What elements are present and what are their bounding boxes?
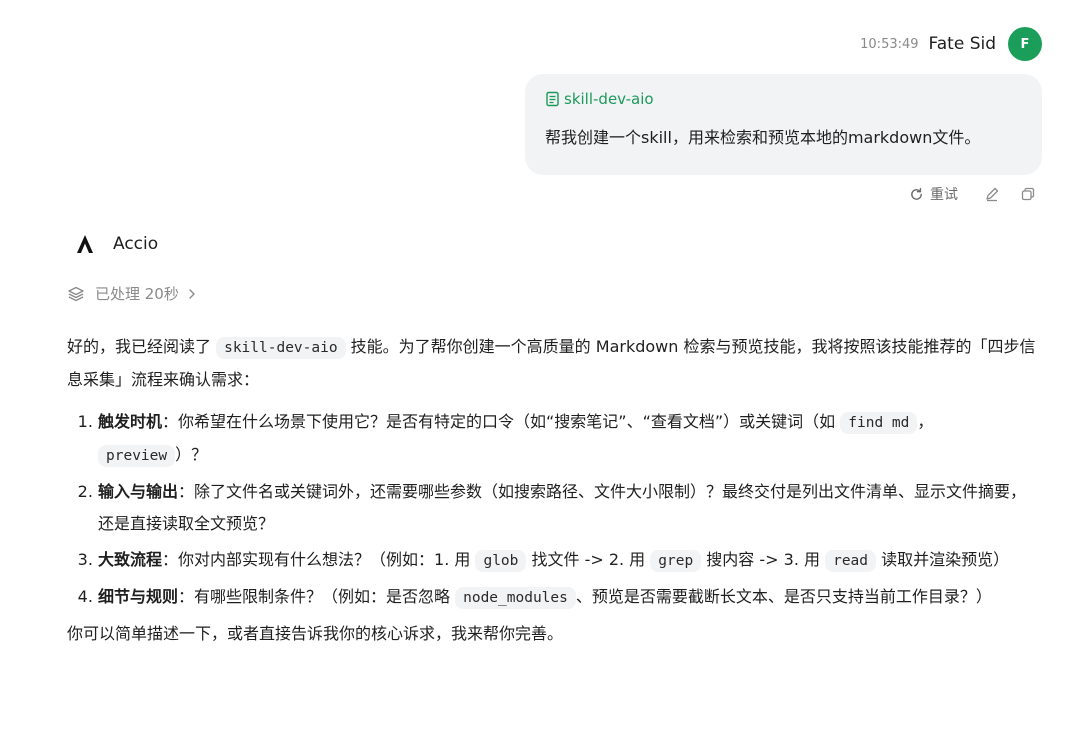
assistant-header: Accio [75, 233, 158, 255]
avatar[interactable]: F [1008, 27, 1042, 61]
steps-list: 触发时机：你希望在什么场景下使用它？是否有特定的口令（如“搜索笔记”、“查看文档… [67, 406, 1042, 614]
list-item: 细节与规则：有哪些限制条件？（例如：是否忽略 node_modules、预览是否… [98, 581, 1042, 614]
layers-icon [68, 286, 84, 301]
accio-logo-icon [77, 235, 93, 253]
step-title: 触发时机 [98, 412, 163, 431]
retry-label: 重试 [930, 187, 958, 203]
inline-code: grep [650, 550, 702, 572]
intro-paragraph: 好的，我已经阅读了 skill-dev-aio 技能。为了帮你创建一个高质量的 … [67, 337, 1036, 389]
avatar-letter: F [1020, 36, 1030, 52]
step-title: 大致流程 [98, 550, 163, 569]
refresh-icon [911, 187, 922, 200]
step-title: 输入与输出 [98, 482, 179, 501]
inline-code: skill-dev-aio [216, 337, 346, 359]
copy-icon [1021, 187, 1035, 201]
user-message-text: 帮我创建一个skill，用来检索和预览本地的markdown文件。 [545, 128, 981, 147]
chevron-right-icon [189, 288, 195, 299]
list-item: 大致流程：你对内部实现有什么想法？（例如：1. 用 glob 找文件 -> 2.… [98, 544, 1042, 577]
inline-code: preview [98, 445, 176, 467]
chat-page: 10:53:49 Fate Sid F skill-dev-aio 帮我创建一个… [0, 0, 1080, 747]
message-timestamp: 10:53:49 [860, 36, 919, 52]
inline-code: find md [840, 412, 918, 434]
inline-code: read [825, 550, 877, 572]
assistant-message: 好的，我已经阅读了 skill-dev-aio 技能。为了帮你创建一个高质量的 … [67, 331, 1042, 650]
list-item: 输入与输出：除了文件名或关键词外，还需要哪些参数（如搜索路径、文件大小限制）？最… [98, 476, 1042, 540]
list-item: 触发时机：你希望在什么场景下使用它？是否有特定的口令（如“搜索笔记”、“查看文档… [98, 406, 1042, 472]
retry-button[interactable]: 重试 [909, 184, 958, 204]
processing-summary-toggle[interactable]: 已处理 20秒 [67, 283, 197, 304]
skill-tag-label: skill-dev-aio [564, 90, 654, 108]
inline-code: glob [475, 550, 527, 572]
document-icon [546, 91, 559, 107]
processed-label: 已处理 20秒 [95, 285, 179, 303]
user-message-header: 10:53:49 Fate Sid F [860, 27, 1042, 61]
pencil-icon [986, 187, 999, 202]
message-actions: 重试 [909, 184, 1036, 204]
inline-code: node_modules [455, 587, 576, 609]
user-message-bubble: skill-dev-aio 帮我创建一个skill，用来检索和预览本地的mark… [525, 74, 1042, 175]
skill-tag[interactable]: skill-dev-aio [545, 88, 1024, 110]
user-name: Fate Sid [928, 34, 996, 54]
edit-button[interactable] [984, 186, 1000, 202]
outro-paragraph: 你可以简单描述一下，或者直接告诉我你的核心诉求，我来帮你完善。 [67, 624, 564, 643]
step-title: 细节与规则 [98, 587, 179, 606]
copy-button[interactable] [1020, 186, 1036, 202]
assistant-name: Accio [113, 234, 159, 254]
